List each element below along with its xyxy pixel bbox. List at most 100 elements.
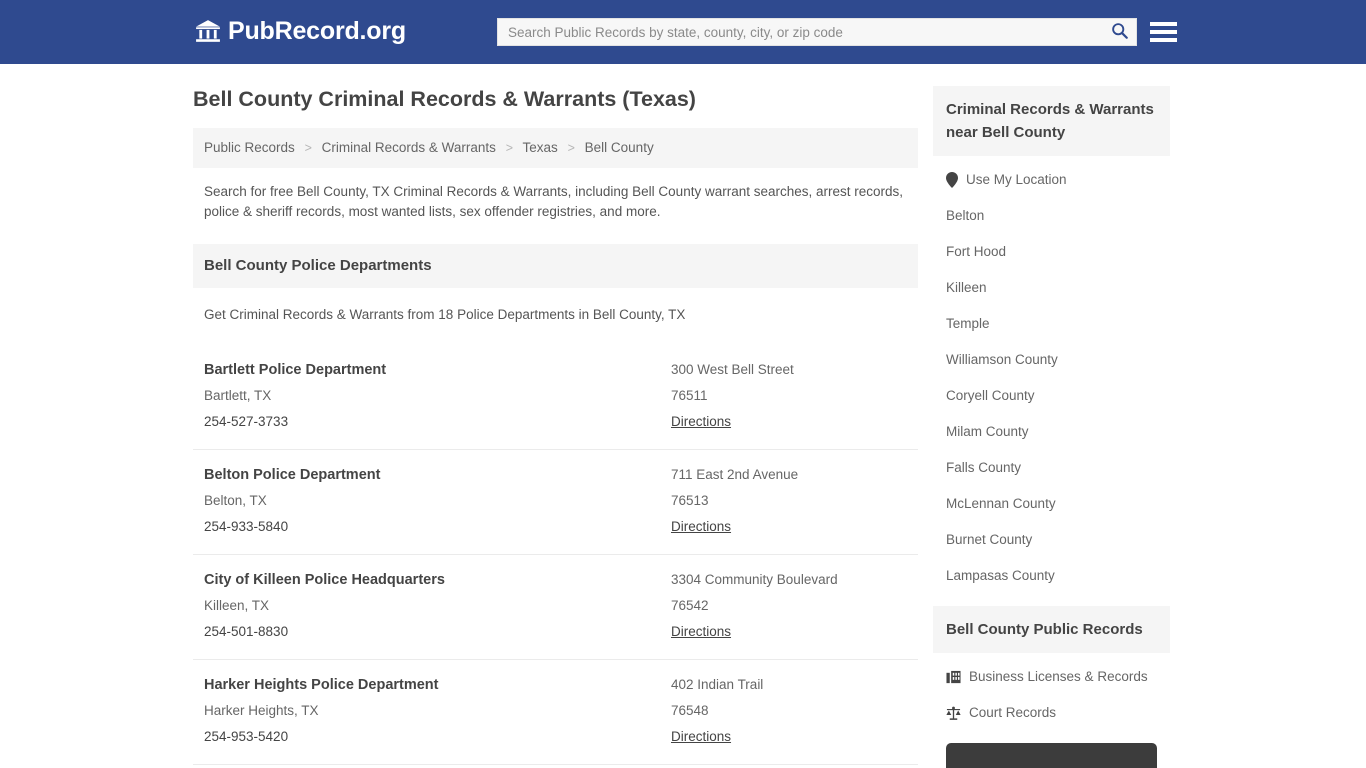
listing-address: 300 West Bell Street 76511 Directions [671,357,907,435]
sidebar-item-label: Belton [946,208,985,223]
listing-info: Harker Heights Police Department Harker H… [204,672,671,750]
page-title: Bell County Criminal Records & Warrants … [193,87,696,111]
police-department-list: Bartlett Police Department Bartlett, TX 25… [193,345,918,768]
listing-street: 711 East 2nd Avenue [671,467,799,482]
sidebar-item-label: Business Licenses & Records [969,669,1148,684]
sidebar-item-record-1[interactable]: Court Records [933,695,1170,731]
listing-name-link[interactable]: Harker Heights Police Department [204,672,671,698]
listing-info: Belton Police Department Belton, TX 254-93… [204,462,671,540]
sidebar-item-nearby-0[interactable]: Use My Location [933,162,1170,198]
directions-link[interactable]: Directions [671,409,731,435]
scales-of-justice-icon [946,706,961,721]
listing-name-link[interactable]: Belton Police Department [204,462,671,488]
bank-building-icon [195,18,221,44]
listing-address: 402 Indian Trail 76548 Directions [671,672,907,750]
sidebar-item-label: Use My Location [966,172,1067,187]
sidebar-item-nearby-2[interactable]: Fort Hood [933,234,1170,270]
listing-info: City of Killeen Police Headquarters Kille… [204,567,671,645]
breadcrumb-separator-1: > [505,141,514,155]
content-container: Bell County Criminal Records & Warrants … [193,64,1173,768]
listing-info: Bartlett Police Department Bartlett, TX 25… [204,357,671,435]
listing-name-link[interactable]: City of Killeen Police Headquarters [204,567,671,593]
site-header: PubRecord.org [0,0,1366,64]
sidebar-item-nearby-3[interactable]: Killeen [933,270,1170,306]
listing-address: 711 East 2nd Avenue 76513 Directions [671,462,907,540]
listing-zip: 76542 [671,598,709,613]
hamburger-menu-icon[interactable] [1150,19,1177,45]
sidebar-item-label: McLennan County [946,496,1056,511]
sidebar-item-label: Killeen [946,280,987,295]
search-button[interactable] [1102,19,1136,45]
sidebar-item-label: Fort Hood [946,244,1007,259]
listing-zip: 76548 [671,703,709,718]
listing-city-state: Belton, TX [204,493,267,508]
sidebar-public-records-list: Business Licenses & Records Court Records [933,653,1170,731]
breadcrumb-separator-0: > [304,141,312,155]
table-row: Holland Police DepartmentHolland, TX254-… [193,764,918,768]
table-row: Belton Police Department Belton, TX 254-93… [193,449,918,554]
breadcrumb-item-2[interactable]: Texas [523,140,558,155]
briefcase-icon [946,670,961,685]
listing-city-state: Killeen, TX [204,598,270,613]
sidebar-item-nearby-9[interactable]: McLennan County [933,486,1170,522]
menu-bar-3 [1150,38,1177,42]
sidebar-item-label: Court Records [969,705,1057,720]
listing-phone: 254-933-5840 [204,519,289,534]
sidebar-item-record-0[interactable]: Business Licenses & Records [933,659,1170,695]
sidebar-nearby-list: Use My Location Belton Fort Hood Killeen Tem… [933,156,1170,594]
listing-street: 402 Indian Trail [671,677,764,692]
directions-link[interactable]: Directions [671,514,731,540]
directions-link[interactable]: Directions [671,724,731,750]
breadcrumb-item-3[interactable]: Bell County [585,140,654,155]
listing-phone: 254-527-3733 [204,414,289,429]
sidebar-item-nearby-6[interactable]: Coryell County [933,378,1170,414]
listing-address: 3304 Community Boulevard 76542 Directions [671,567,907,645]
sidebar-item-nearby-8[interactable]: Falls County [933,450,1170,486]
listing-city-state: Bartlett, TX [204,388,272,403]
sidebar-item-label: Temple [946,316,990,331]
breadcrumb: Public Records > Criminal Records & Warr… [193,128,918,168]
page-intro-text: Search for free Bell County, TX Criminal… [204,184,904,219]
listing-phone: 254-953-5420 [204,729,289,744]
search-bar [497,18,1137,46]
section-header-police-departments: Bell County Police Departments [193,244,918,288]
sidebar: Criminal Records & Warrants near Bell Co… [933,86,1170,768]
listing-city-state: Harker Heights, TX [204,703,319,718]
sidebar-header-nearby: Criminal Records & Warrants near Bell Co… [933,86,1170,156]
sidebar-item-label: Williamson County [946,352,1058,367]
directions-link[interactable]: Directions [671,619,731,645]
menu-bar-1 [1150,22,1177,26]
sidebar-item-nearby-11[interactable]: Lampasas County [933,558,1170,594]
sidebar-item-nearby-10[interactable]: Burnet County [933,522,1170,558]
sidebar-header-public-records: Bell County Public Records [933,606,1170,653]
sidebar-item-label: Coryell County [946,388,1035,403]
sidebar-cta-button[interactable] [946,743,1157,768]
sidebar-item-label: Burnet County [946,532,1033,547]
table-row: City of Killeen Police Headquarters Kille… [193,554,918,659]
menu-bar-2 [1150,30,1177,34]
sidebar-item-label: Falls County [946,460,1022,475]
listing-zip: 76513 [671,493,709,508]
site-logo-link[interactable]: PubRecord.org [195,18,406,44]
breadcrumb-item-1[interactable]: Criminal Records & Warrants [322,140,496,155]
main-column: Bell County Criminal Records & Warrants … [193,86,918,768]
sidebar-item-label: Lampasas County [946,568,1055,583]
breadcrumb-item-0[interactable]: Public Records [204,140,295,155]
section-subtitle: Get Criminal Records & Warrants from 18 … [204,307,686,322]
table-row: Bartlett Police Department Bartlett, TX 25… [193,345,918,449]
listing-zip: 76511 [671,388,708,403]
page-body: Bell County Criminal Records & Warrants … [0,64,1366,768]
search-input[interactable] [498,19,1102,45]
sidebar-item-label: Milam County [946,424,1029,439]
sidebar-item-nearby-7[interactable]: Milam County [933,414,1170,450]
site-logo-text: PubRecord.org [228,17,406,45]
breadcrumb-separator-2: > [567,141,575,155]
sidebar-item-nearby-4[interactable]: Temple [933,306,1170,342]
listing-phone: 254-501-8830 [204,624,289,639]
sidebar-item-nearby-5[interactable]: Williamson County [933,342,1170,378]
sidebar-item-nearby-1[interactable]: Belton [933,198,1170,234]
listing-name-link[interactable]: Bartlett Police Department [204,357,671,383]
table-row: Harker Heights Police Department Harker H… [193,659,918,764]
location-pin-icon [946,172,958,188]
